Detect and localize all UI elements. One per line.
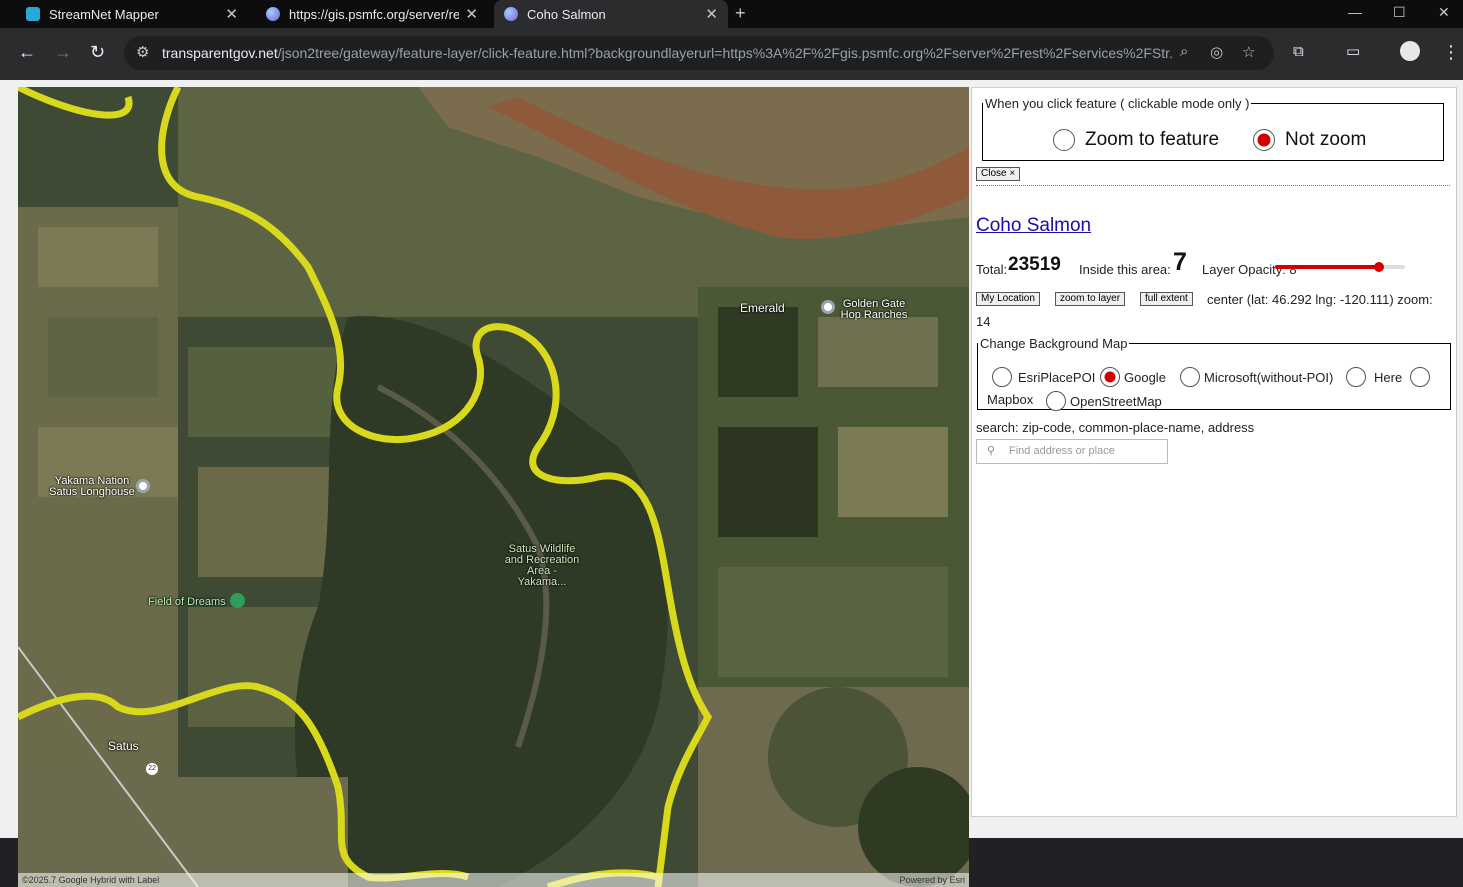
total-label: Total:: [976, 262, 1008, 277]
satellite-imagery: [18, 87, 969, 887]
maximize-icon[interactable]: ☐: [1393, 4, 1406, 21]
bg-label-mapbox[interactable]: Mapbox: [987, 392, 1033, 407]
place-pin-icon[interactable]: [821, 300, 835, 314]
globe-favicon-icon: [266, 7, 280, 21]
browser-toolbar: ← → ↻ ⚙ transparentgov.net/json2tree/gat…: [0, 28, 1463, 80]
bg-option-here[interactable]: Here: [1346, 367, 1402, 387]
place-pin-icon[interactable]: [136, 479, 150, 493]
bg-radio[interactable]: [1410, 367, 1430, 387]
control-panel: When you click feature ( clickable mode …: [971, 87, 1457, 817]
zoom-readout: 14: [976, 314, 991, 329]
tab-streamnet-mapper[interactable]: StreamNet Mapper ✕: [16, 0, 248, 28]
bg-option-microsoft[interactable]: Microsoft(without-POI): [1180, 367, 1333, 387]
bg-label: Google: [1124, 369, 1166, 385]
reload-icon[interactable]: ↻: [90, 42, 105, 62]
profile-avatar[interactable]: [1400, 41, 1420, 61]
bg-radio[interactable]: [1346, 367, 1366, 387]
click-feature-legend: When you click feature ( clickable mode …: [985, 96, 1250, 111]
search-label: search: zip-code, common-place-name, add…: [976, 420, 1255, 435]
close-button[interactable]: Close ×: [976, 167, 1021, 181]
minimize-icon[interactable]: —: [1348, 4, 1362, 20]
bg-option-openstreetmap[interactable]: OpenStreetMap: [1046, 391, 1162, 411]
zoom-to-feature-label: Zoom to feature: [1085, 129, 1220, 150]
map-label-yakama-longhouse: Yakama Nation Satus Longhouse: [49, 475, 135, 498]
attribution-left: ©2025.7 Google Hybrid with Label: [22, 875, 160, 885]
map-view[interactable]: Emerald Golden Gate Hop Ranches Yakama N…: [18, 87, 969, 887]
url-path: /json2tree/gateway/feature-layer/click-f…: [277, 45, 1172, 61]
new-tab-icon[interactable]: +: [735, 3, 746, 24]
search-placeholder: Find address or place: [1009, 445, 1115, 457]
tab-coho-salmon[interactable]: Coho Salmon ✕: [494, 0, 728, 28]
bg-label: Microsoft(without-POI): [1204, 369, 1334, 385]
map-label-field-of-dreams: Field of Dreams: [148, 596, 226, 608]
menu-kebab-icon[interactable]: ⋮: [1442, 42, 1460, 62]
tab-gis-server[interactable]: https://gis.psmfc.org/server/res ✕: [256, 0, 488, 28]
back-icon[interactable]: ←: [18, 42, 36, 62]
close-tab-icon[interactable]: ✕: [225, 5, 238, 23]
bg-label: OpenStreetMap: [1070, 393, 1162, 409]
star-icon[interactable]: ☆: [1242, 43, 1255, 61]
streamnet-favicon-icon: [26, 7, 40, 21]
globe-favicon-icon: [504, 7, 518, 21]
not-zoom-label: Not zoom: [1285, 129, 1367, 150]
map-attribution: ©2025.7 Google Hybrid with Label Powered…: [18, 873, 969, 887]
attribution-right: Powered by Esri: [899, 875, 965, 885]
extensions-icon[interactable]: ⧉: [1293, 42, 1304, 62]
bg-radio[interactable]: [1100, 367, 1120, 387]
search-icon: ⚲: [987, 445, 996, 457]
divider: [976, 185, 1450, 186]
site-settings-icon[interactable]: ⚙: [136, 43, 149, 61]
tab-label: Coho Salmon: [527, 6, 606, 22]
map-label-emerald: Emerald: [740, 301, 785, 315]
bg-label: Here: [1374, 369, 1403, 385]
zoom-icon[interactable]: ⌕: [1180, 43, 1188, 60]
inside-area-label: Inside this area:: [1079, 262, 1171, 277]
not-zoom-option[interactable]: Not zoom: [1253, 129, 1366, 151]
zoom-to-layer-button[interactable]: zoom to layer: [1055, 292, 1126, 306]
map-label-satus: Satus: [108, 739, 139, 753]
zoom-to-feature-radio[interactable]: [1053, 129, 1075, 151]
route-shield-icon: 22: [146, 763, 158, 775]
address-bar[interactable]: ⚙ transparentgov.net/json2tree/gateway/f…: [124, 36, 1274, 70]
bg-radio[interactable]: [1180, 367, 1200, 387]
center-readout: center (lat: 46.292 lng: -120.111) zoom:: [1207, 292, 1433, 307]
inside-area-value: 7: [1173, 248, 1187, 276]
tab-label: StreamNet Mapper: [49, 6, 159, 22]
map-label-golden-gate: Golden Gate Hop Ranches: [840, 298, 908, 321]
layer-title-link[interactable]: Coho Salmon: [976, 215, 1091, 237]
background-map-fieldset: Change Background Map EsriPlacePOI Googl…: [977, 336, 1451, 411]
tab-bar: StreamNet Mapper ✕ https://gis.psmfc.org…: [0, 0, 1463, 28]
eye-slash-icon[interactable]: ◎: [1210, 43, 1223, 61]
zoom-to-feature-option[interactable]: Zoom to feature: [1053, 129, 1219, 151]
page-viewport: Emerald Golden Gate Hop Ranches Yakama N…: [0, 80, 1463, 887]
tab-label: https://gis.psmfc.org/server/res: [289, 6, 459, 22]
bg-radio[interactable]: [992, 367, 1012, 387]
cast-icon[interactable]: ▭: [1346, 42, 1360, 62]
full-extent-button[interactable]: full extent: [1140, 292, 1193, 306]
map-label-satus-wildlife: Satus Wildlife and Recreation Area - Yak…: [504, 543, 580, 588]
my-location-button[interactable]: My Location: [976, 292, 1040, 306]
close-tab-icon[interactable]: ✕: [705, 5, 718, 23]
bg-option-mapbox-radio[interactable]: [1410, 367, 1430, 387]
close-window-icon[interactable]: ✕: [1438, 4, 1450, 21]
forward-icon[interactable]: →: [54, 42, 72, 62]
search-input[interactable]: ⚲ Find address or place: [976, 439, 1168, 464]
click-feature-fieldset: When you click feature ( clickable mode …: [982, 96, 1444, 161]
bg-option-esriplacepoi[interactable]: EsriPlacePOI: [992, 367, 1095, 387]
background-map-legend: Change Background Map: [980, 336, 1128, 351]
bg-label: EsriPlacePOI: [1018, 369, 1096, 385]
bg-option-google[interactable]: Google: [1100, 367, 1166, 387]
url-text[interactable]: transparentgov.net/json2tree/gateway/fea…: [162, 45, 1172, 61]
bg-radio[interactable]: [1046, 391, 1066, 411]
close-tab-icon[interactable]: ✕: [465, 5, 478, 23]
not-zoom-radio[interactable]: [1253, 129, 1275, 151]
total-value: 23519: [1008, 254, 1061, 275]
park-pin-icon[interactable]: [230, 593, 245, 608]
url-host: transparentgov.net: [162, 45, 278, 61]
opacity-slider[interactable]: [1275, 262, 1405, 272]
